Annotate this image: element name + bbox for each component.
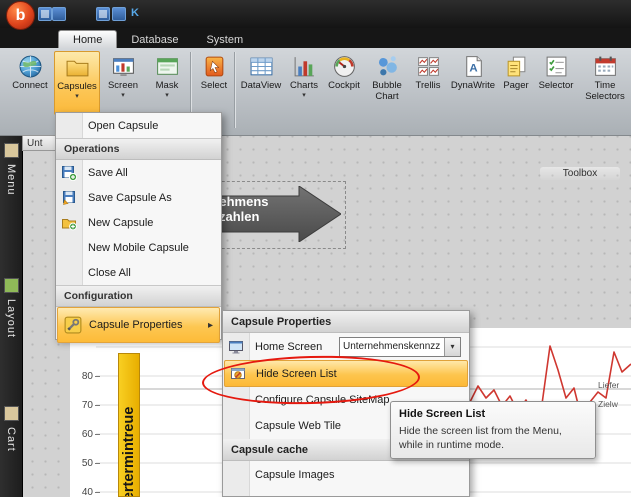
- chevron-down-icon: ▾: [302, 91, 306, 99]
- new-capsule-icon: [61, 215, 77, 231]
- y-axis-tick: 80: [70, 370, 100, 382]
- row-header-band: Liefertermintreue: [118, 353, 140, 497]
- connect-button[interactable]: Connect: [8, 51, 52, 115]
- sidebar-item-label: Cart: [5, 427, 17, 452]
- save-all-icon: [61, 165, 78, 181]
- mask-button[interactable]: Mask ▾: [148, 51, 186, 115]
- chevron-down-icon: ▾: [75, 92, 79, 100]
- menu-item-open-capsule[interactable]: Open Capsule: [56, 113, 221, 138]
- select-icon: [202, 54, 227, 79]
- application-window: Unt Unternehmens Kennzahlen 80 70 60 50 …: [0, 0, 631, 497]
- sidebar-item-label: Layout: [5, 299, 17, 339]
- screen-tab[interactable]: Unt: [22, 135, 56, 151]
- tooltip: Hide Screen List Hide the screen list fr…: [390, 401, 596, 460]
- submenu-item-hide-screen-list[interactable]: Hide Screen List: [224, 360, 468, 387]
- quick-access-icon-k[interactable]: K: [128, 6, 142, 20]
- home-screen-select[interactable]: Unternehmenskennzz ▾: [339, 336, 461, 357]
- tab-database[interactable]: Database: [117, 31, 192, 48]
- submenu-header-capsule-properties: Capsule Properties: [223, 311, 469, 333]
- screen-tab-label: Unt: [27, 137, 43, 149]
- home-screen-select-value: Unternehmenskennzz: [343, 341, 441, 352]
- dataview-button[interactable]: DataView: [238, 51, 284, 115]
- capsules-menu: Open Capsule Operations Save All Save Ca…: [55, 112, 222, 343]
- dynawrite-document-icon: A: [461, 54, 486, 79]
- y-axis-tick: 70: [70, 399, 100, 411]
- chevron-down-icon: ▾: [121, 91, 125, 99]
- series-label: Zielw: [598, 399, 618, 409]
- quick-access-icon-4[interactable]: [112, 7, 126, 21]
- cart-panel-icon: [3, 406, 19, 421]
- quick-access-icon-3[interactable]: [96, 7, 110, 21]
- sidebar-item-layout[interactable]: Layout: [0, 278, 22, 338]
- menu-header-configuration: Configuration: [56, 285, 221, 307]
- home-screen-icon: [228, 339, 244, 355]
- submenu-item-home-screen[interactable]: Home Screen Unternehmenskennzz ▾: [223, 333, 469, 360]
- ribbon-group-toolbox: Toolbox: [540, 167, 620, 180]
- sidebar-item-menu[interactable]: Menu: [0, 143, 22, 196]
- save-as-icon: [61, 190, 77, 206]
- row-header-label: Liefertermintreue: [121, 406, 137, 497]
- ribbon-group-separator: [234, 52, 236, 128]
- folder-icon: [65, 55, 90, 80]
- bubble-chart-button[interactable]: Bubble Chart: [366, 51, 408, 115]
- capsule-properties-tools-icon: [64, 316, 82, 334]
- tab-system[interactable]: System: [192, 31, 257, 48]
- submenu-arrow-icon: ▸: [207, 319, 213, 331]
- cockpit-button[interactable]: Cockpit: [324, 51, 364, 115]
- tab-home[interactable]: Home: [58, 30, 118, 48]
- cockpit-gauge-icon: [332, 54, 357, 79]
- calendar-icon: [593, 54, 618, 79]
- series-label: Liefer: [598, 380, 620, 390]
- tooltip-body: Hide the screen list from the Menu, whil…: [399, 425, 562, 452]
- mask-icon: [155, 54, 180, 79]
- dataview-icon: [249, 54, 274, 79]
- submenu-item-capsule-images[interactable]: Capsule Images: [223, 461, 469, 488]
- select-button[interactable]: Select: [194, 51, 234, 115]
- ribbon-tab-bar: Home Database System: [0, 28, 631, 48]
- pager-button[interactable]: Pager: [500, 51, 532, 115]
- bubble-chart-icon: [375, 54, 400, 79]
- menu-item-save-all[interactable]: Save All: [56, 160, 221, 185]
- app-logo[interactable]: b: [6, 1, 35, 30]
- y-axis-tick: 50: [70, 457, 100, 469]
- charts-button[interactable]: Charts ▾: [286, 51, 322, 115]
- capsules-button[interactable]: Capsules ▾: [54, 51, 100, 115]
- time-selectors-button[interactable]: Time Selectors: [580, 51, 630, 115]
- trellis-icon: [416, 54, 441, 79]
- y-axis-tick: 60: [70, 428, 100, 440]
- sidebar-item-label: Menu: [5, 164, 17, 196]
- charts-icon: [292, 54, 317, 79]
- menu-item-capsule-properties[interactable]: Capsule Properties ▸: [57, 307, 220, 343]
- selector-list-icon: [544, 54, 569, 79]
- trellis-button[interactable]: Trellis: [410, 51, 446, 115]
- titlebar: K: [0, 0, 631, 28]
- menu-item-new-capsule[interactable]: New Capsule: [56, 210, 221, 235]
- side-panel-bar: Menu Layout Cart: [0, 135, 23, 497]
- layout-panel-icon: [3, 278, 19, 293]
- selector-button[interactable]: Selector: [534, 51, 578, 115]
- chevron-down-icon: ▾: [165, 91, 169, 99]
- dynawrite-button[interactable]: A DynaWrite: [448, 51, 498, 115]
- app-logo-letter: b: [15, 6, 26, 24]
- sidebar-item-cart[interactable]: Cart: [0, 406, 22, 452]
- svg-text:A: A: [469, 63, 477, 75]
- menu-item-save-capsule-as[interactable]: Save Capsule As: [56, 185, 221, 210]
- screen-button[interactable]: Screen ▾: [102, 51, 144, 115]
- y-axis-tick: 40: [70, 486, 100, 497]
- menu-item-close-all[interactable]: Close All: [56, 260, 221, 285]
- pager-icon: [504, 54, 529, 79]
- chevron-down-icon[interactable]: ▾: [444, 337, 460, 356]
- globe-icon: [18, 54, 43, 79]
- hide-screen-list-icon: [230, 366, 246, 382]
- menu-item-new-mobile-capsule[interactable]: New Mobile Capsule: [56, 235, 221, 260]
- tooltip-title: Hide Screen List: [399, 408, 486, 420]
- quick-access-icon-1[interactable]: [38, 7, 52, 21]
- quick-access-icon-2[interactable]: [52, 7, 66, 21]
- screen-icon: [111, 54, 136, 79]
- menu-header-operations: Operations: [56, 138, 221, 160]
- menu-panel-icon: [3, 143, 19, 158]
